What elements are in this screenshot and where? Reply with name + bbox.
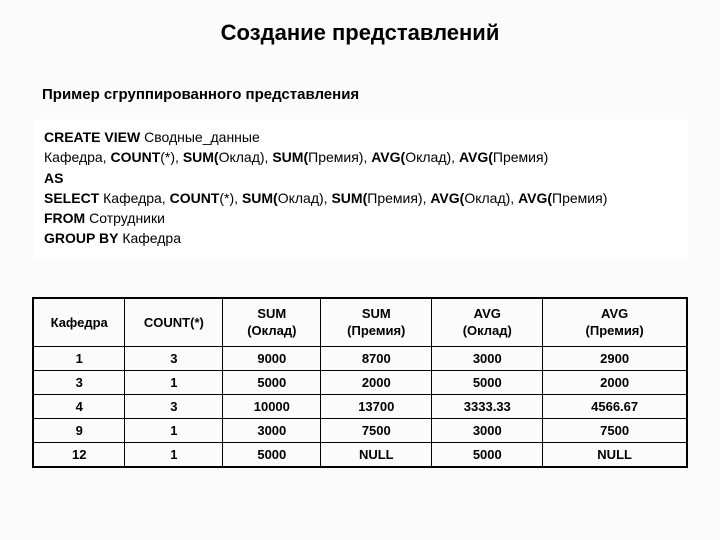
keyword: SUM( (183, 149, 219, 165)
col-header-line: AVG (547, 305, 682, 323)
table-cell: 3000 (223, 418, 321, 442)
keyword: AS (44, 170, 63, 186)
table-cell: 9000 (223, 346, 321, 370)
result-table: Кафедра COUNT(*) SUM (Оклад) SUM (Премия… (33, 298, 687, 467)
code-text: Кафедра, (99, 190, 169, 206)
table-row: 315000200050002000 (34, 370, 687, 394)
table-cell: 2000 (321, 370, 432, 394)
section-subtitle: Пример сгруппированного представления (42, 86, 688, 103)
code-line: Кафедра, COUNT(*), SUM(Оклад), SUM(Преми… (44, 147, 678, 167)
table-cell: 1 (125, 418, 223, 442)
code-text: Кафедра (118, 230, 181, 246)
code-text: Кафедра, (44, 149, 110, 165)
slide: Создание представлений Пример сгруппиров… (0, 0, 720, 540)
keyword: AVG( (430, 190, 464, 206)
col-header-line: SUM (325, 305, 427, 323)
code-text: (*), (219, 190, 242, 206)
table-cell: 5000 (223, 442, 321, 466)
keyword: CREATE VIEW (44, 129, 140, 145)
table-cell: 2000 (543, 370, 687, 394)
code-text: Премия), (308, 149, 371, 165)
keyword: COUNT (170, 190, 220, 206)
keyword: AVG( (518, 190, 552, 206)
table-cell: 5000 (432, 370, 543, 394)
table-cell: 10000 (223, 394, 321, 418)
keyword: SUM( (242, 190, 278, 206)
col-header-line: (Оклад) (436, 322, 538, 340)
col-header-line: SUM (227, 305, 316, 323)
table-row: 139000870030002900 (34, 346, 687, 370)
col-header: COUNT(*) (125, 298, 223, 346)
col-header-line: (Премия) (547, 322, 682, 340)
table-cell: 4 (34, 394, 125, 418)
col-header: SUM (Премия) (321, 298, 432, 346)
table-cell: 12 (34, 442, 125, 466)
table-cell: 7500 (321, 418, 432, 442)
keyword: AVG( (459, 149, 493, 165)
table-cell: 9 (34, 418, 125, 442)
table-cell: 3000 (432, 418, 543, 442)
table-head: Кафедра COUNT(*) SUM (Оклад) SUM (Премия… (34, 298, 687, 346)
col-header: SUM (Оклад) (223, 298, 321, 346)
table-cell: 3000 (432, 346, 543, 370)
table-cell: 3 (125, 346, 223, 370)
col-header-line: (Оклад) (227, 322, 316, 340)
col-header: Кафедра (34, 298, 125, 346)
result-table-wrap: Кафедра COUNT(*) SUM (Оклад) SUM (Премия… (32, 297, 688, 468)
col-header-line: AVG (436, 305, 538, 323)
table-cell: 3 (34, 370, 125, 394)
table-cell: NULL (321, 442, 432, 466)
table-row: 913000750030007500 (34, 418, 687, 442)
table-cell: 7500 (543, 418, 687, 442)
keyword: GROUP BY (44, 230, 118, 246)
keyword: SUM( (272, 149, 308, 165)
table-cell: 13700 (321, 394, 432, 418)
table-row: 1215000NULL5000NULL (34, 442, 687, 466)
keyword: AVG( (371, 149, 405, 165)
col-header: AVG (Оклад) (432, 298, 543, 346)
code-text: Оклад), (405, 149, 459, 165)
table-cell: 4566.67 (543, 394, 687, 418)
table-cell: 1 (34, 346, 125, 370)
table-body: 1390008700300029003150002000500020004310… (34, 346, 687, 466)
col-header: AVG (Премия) (543, 298, 687, 346)
code-text: Оклад), (219, 149, 273, 165)
code-line: CREATE VIEW Сводные_данные (44, 127, 678, 147)
code-text: Оклад), (278, 190, 332, 206)
table-cell: 3333.33 (432, 394, 543, 418)
code-line: FROM Сотрудники (44, 208, 678, 228)
keyword: SUM( (331, 190, 367, 206)
table-cell: 8700 (321, 346, 432, 370)
table-cell: NULL (543, 442, 687, 466)
code-text: Сотрудники (85, 210, 165, 226)
code-text: Премия), (367, 190, 430, 206)
keyword: SELECT (44, 190, 99, 206)
col-header-line: (Премия) (325, 322, 427, 340)
table-cell: 2900 (543, 346, 687, 370)
code-text: Премия) (493, 149, 548, 165)
keyword: FROM (44, 210, 85, 226)
code-line: AS (44, 168, 678, 188)
table-cell: 5000 (432, 442, 543, 466)
sql-code-block: CREATE VIEW Сводные_данные Кафедра, COUN… (34, 119, 688, 259)
table-header-row: Кафедра COUNT(*) SUM (Оклад) SUM (Премия… (34, 298, 687, 346)
table-row: 4310000137003333.334566.67 (34, 394, 687, 418)
code-line: SELECT Кафедра, COUNT(*), SUM(Оклад), SU… (44, 188, 678, 208)
table-cell: 5000 (223, 370, 321, 394)
code-text: Сводные_данные (140, 129, 260, 145)
table-cell: 1 (125, 442, 223, 466)
keyword: COUNT (110, 149, 160, 165)
code-text: Премия) (552, 190, 607, 206)
code-text: (*), (160, 149, 183, 165)
page-title: Создание представлений (32, 20, 688, 46)
code-text: Оклад), (464, 190, 518, 206)
table-cell: 1 (125, 370, 223, 394)
table-cell: 3 (125, 394, 223, 418)
code-line: GROUP BY Кафедра (44, 228, 678, 248)
